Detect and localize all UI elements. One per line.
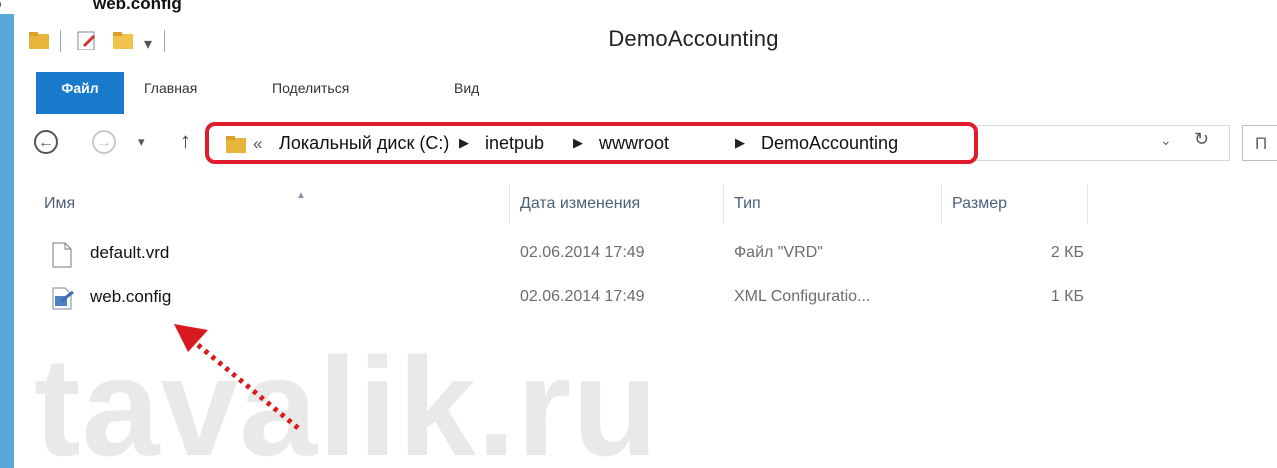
sort-ascending-icon: ▲ [296, 190, 306, 201]
back-icon[interactable]: ← [34, 130, 58, 154]
file-row[interactable]: default.vrd 02.06.2014 17:49 Файл "VRD" … [14, 240, 1114, 270]
watermark: tavalik.ru [34, 328, 659, 468]
file-icon [52, 242, 72, 268]
up-icon[interactable]: ↑ [180, 128, 191, 154]
column-header-name[interactable]: ▲ Имя [34, 184, 510, 224]
caption-text: web.config [93, 0, 182, 13]
tab-home[interactable]: Главная [144, 72, 197, 114]
forward-icon[interactable]: → [92, 130, 116, 154]
folder-icon [226, 136, 246, 153]
chevron-down-icon[interactable]: ⌄ [1160, 132, 1172, 149]
dotted-arrow-annotation [174, 324, 300, 430]
breadcrumb-separator-icon[interactable]: ▶ [573, 135, 583, 151]
window-left-border [0, 14, 14, 468]
breadcrumb-wwwroot[interactable]: wwwroot [599, 133, 669, 154]
column-header-size[interactable]: Размер [942, 184, 1088, 224]
tab-file[interactable]: Файл [36, 72, 124, 114]
page-caption: o web.config [0, 0, 400, 14]
file-size: 2 КБ [1050, 244, 1084, 261]
column-header-type[interactable]: Тип [724, 184, 942, 224]
caption-bullet: o [0, 0, 1, 12]
recent-locations-icon[interactable]: ▾ [138, 134, 145, 150]
tab-share[interactable]: Поделиться [272, 72, 349, 114]
breadcrumb-local-disk[interactable]: Локальный диск (C:) [279, 133, 449, 154]
address-bar-tail[interactable] [978, 125, 1230, 161]
breadcrumb-separator-icon[interactable]: ▶ [735, 135, 745, 151]
window-title: DemoAccounting [608, 26, 779, 51]
config-file-icon [52, 287, 74, 310]
ribbon: Файл Главная Поделиться Вид [14, 72, 1277, 115]
breadcrumb-inetpub[interactable]: inetpub [485, 133, 544, 154]
file-type: XML Configuratio... [734, 288, 871, 305]
explorer-window: ▾ DemoAccounting Файл Главная Поделиться… [0, 14, 1277, 468]
file-name: web.config [90, 287, 172, 306]
navigation-bar: ← → ▾ ↑ « Локальный диск (C:) ▶ inetpub … [14, 114, 1277, 171]
file-date: 02.06.2014 17:49 [520, 244, 645, 261]
column-header-date[interactable]: Дата изменения [510, 184, 724, 224]
file-row[interactable]: web.config 02.06.2014 17:49 XML Configur… [14, 284, 1114, 314]
breadcrumb-demoaccounting[interactable]: DemoAccounting [761, 133, 898, 154]
file-size: 1 КБ [1050, 288, 1084, 305]
overflow-chevron[interactable]: « [253, 134, 262, 154]
search-input[interactable]: П [1242, 125, 1277, 161]
file-date: 02.06.2014 17:49 [520, 288, 645, 305]
file-type: Файл "VRD" [734, 244, 823, 261]
column-headers: ▲ Имя Дата изменения Тип Размер [14, 184, 1277, 224]
file-name: default.vrd [90, 243, 170, 262]
tab-view[interactable]: Вид [454, 72, 479, 114]
breadcrumb-separator-icon[interactable]: ▶ [459, 135, 469, 151]
title-bar: ▾ DemoAccounting [14, 14, 1277, 72]
refresh-icon[interactable]: ↻ [1194, 129, 1209, 150]
address-bar[interactable]: « Локальный диск (C:) ▶ inetpub ▶ wwwroo… [208, 125, 978, 161]
